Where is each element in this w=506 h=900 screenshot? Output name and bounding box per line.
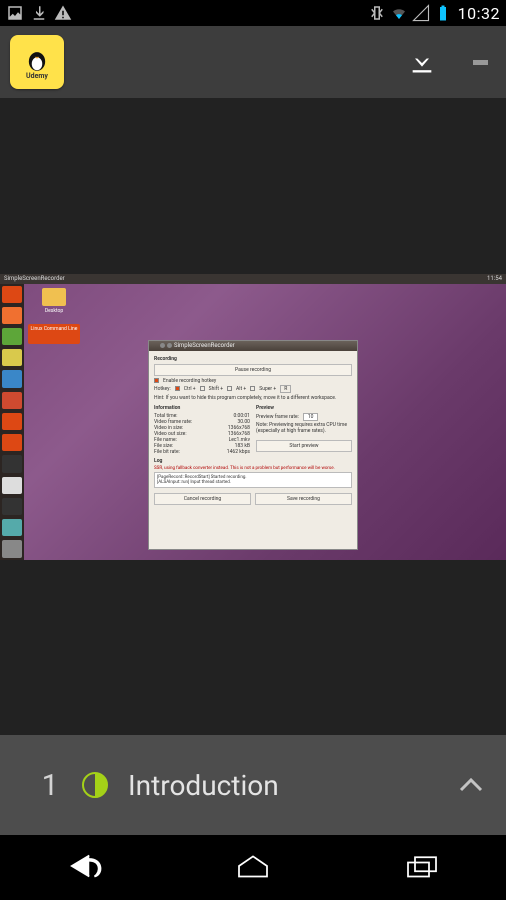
save-recording-button: Save recording — [255, 493, 352, 505]
launcher-item — [2, 434, 22, 451]
launcher-item — [2, 519, 22, 536]
launcher-item — [2, 349, 22, 366]
launcher-item — [2, 498, 22, 515]
video-player-area[interactable]: SimpleScreenRecorder 11:54 Desktop Linux… — [0, 98, 506, 735]
status-clock: 10:32 — [458, 4, 500, 23]
course-app-icon[interactable]: Udemy — [10, 35, 64, 89]
launcher-item — [2, 477, 22, 494]
ssr-log-warning: SSR, using fallback converter instead. T… — [154, 466, 352, 471]
desktop-folder-icon: Desktop — [36, 288, 72, 314]
warning-icon — [54, 4, 72, 22]
overflow-menu-button[interactable] — [464, 46, 496, 78]
lesson-number: 1 — [30, 768, 70, 803]
picture-icon — [6, 4, 24, 22]
alt-checkbox — [227, 386, 232, 391]
android-status-bar: 10:32 — [0, 0, 506, 26]
ssr-titlebar: SimpleScreenRecorder — [149, 341, 357, 351]
app-icon-label: Udemy — [26, 72, 48, 80]
android-nav-bar — [0, 835, 506, 900]
ssr-hint: Hint: If you want to hide this program c… — [154, 395, 352, 401]
launcher-item — [2, 413, 22, 430]
preview-note: Note: Previewing requires extra CPU time… — [256, 422, 352, 434]
launcher-item — [2, 370, 22, 387]
ctrl-checkbox — [175, 386, 180, 391]
lesson-title: Introduction — [128, 769, 456, 802]
launcher-item — [2, 328, 22, 345]
ssr-section-log: Log — [154, 458, 352, 464]
launcher-item — [2, 540, 22, 557]
home-button[interactable] — [232, 850, 274, 886]
ssr-title-text: SimpleScreenRecorder — [174, 342, 235, 349]
ubuntu-topbar-clock: 11:54 — [487, 275, 502, 283]
ubuntu-launcher — [0, 284, 24, 560]
shift-checkbox — [200, 386, 205, 391]
launcher-item — [2, 455, 22, 472]
enable-hotkey-label: Enable recording hotkey — [163, 378, 216, 384]
ssr-section-recording: Recording — [154, 356, 352, 362]
launcher-item — [2, 286, 22, 303]
pause-recording-button: Pause recording — [154, 364, 352, 376]
launcher-item — [2, 307, 22, 324]
battery-icon — [434, 4, 452, 22]
download-notification-icon — [30, 4, 48, 22]
hotkey-label: Hotkey: — [154, 386, 171, 392]
preview-framerate-input: 10 — [303, 413, 319, 421]
ubuntu-topbar-title: SimpleScreenRecorder — [4, 275, 65, 283]
enable-hotkey-checkbox — [154, 378, 159, 383]
wifi-icon — [390, 4, 408, 22]
vibrate-icon — [368, 4, 386, 22]
lesson-progress-indicator — [82, 772, 108, 798]
signal-icon — [412, 4, 430, 22]
ssr-log-box: [PageRecord::RecordStart] Started record… — [154, 472, 352, 489]
video-frame-ubuntu-desktop: SimpleScreenRecorder 11:54 Desktop Linux… — [0, 274, 506, 560]
back-button[interactable] — [63, 850, 105, 886]
chevron-up-icon[interactable] — [456, 770, 486, 800]
hotkey-key: R — [280, 385, 291, 393]
super-checkbox — [250, 386, 255, 391]
desktop-shortcut: Linux Command Line — [28, 324, 80, 344]
app-action-bar: Udemy — [0, 26, 506, 98]
ssr-section-information: Information — [154, 405, 250, 411]
ssr-section-preview: Preview — [256, 405, 352, 411]
ubuntu-top-panel: SimpleScreenRecorder 11:54 — [0, 274, 506, 284]
cancel-recording-button: Cancel recording — [154, 493, 251, 505]
download-button[interactable] — [406, 46, 438, 78]
start-preview-button: Start preview — [256, 440, 352, 452]
launcher-item — [2, 392, 22, 409]
lesson-bottom-bar[interactable]: 1 Introduction — [0, 735, 506, 835]
ssr-dialog: SimpleScreenRecorder Recording Pause rec… — [148, 340, 358, 550]
recent-apps-button[interactable] — [401, 850, 443, 886]
